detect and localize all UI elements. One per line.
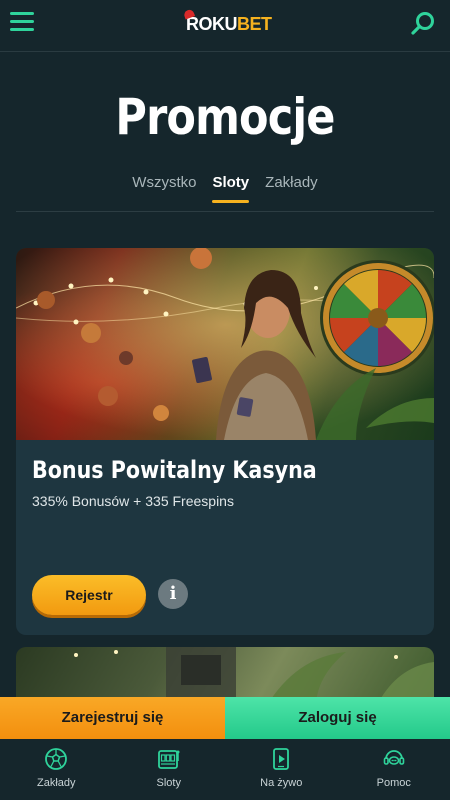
tab-wszystko[interactable]: Wszystko [132,174,196,205]
nav-label: Sloty [156,777,181,789]
soccer-ball-icon [45,748,68,770]
tab-zaklady[interactable]: Zakłady [265,174,318,205]
top-header: ROKUBET [0,0,450,52]
promo-title: Bonus Powitalny Kasyna [32,456,317,484]
promo-register-button[interactable]: Rejestr [32,575,146,615]
promo-tabs: Wszystko Sloty Zakłady [0,174,450,205]
nav-label: Zakłady [36,777,76,789]
register-button[interactable]: Zarejestruj się [0,697,225,739]
rokubet-logo[interactable]: ROKUBET [182,8,272,35]
promo-banner-image [16,248,434,440]
nav-item-sloty[interactable]: Sloty [113,739,226,800]
chat-support-icon [383,750,405,765]
info-icon[interactable]: i [158,579,188,609]
nav-item-na-zywo[interactable]: Na żywo [225,739,338,800]
promo-subtitle: 335% Bonusów + 335 Freespins [32,493,234,509]
bottom-nav: Zakłady Sloty Na żywo Pomoc [0,739,450,800]
logo-text-bet: BET [237,14,272,34]
auth-cta-bar: Zarejestruj się Zaloguj się [0,697,450,739]
logo-text-roku: ROKU [186,14,238,34]
live-play-icon [273,748,290,770]
login-button[interactable]: Zaloguj się [225,697,450,739]
nav-label: Pomoc [376,777,411,789]
page-title: Promocje [115,88,335,146]
hamburger-menu-icon[interactable] [10,12,34,36]
nav-item-pomoc[interactable]: Pomoc [338,739,450,800]
tabs-divider [16,211,434,212]
nav-label: Na żywo [260,777,303,789]
promo-card: Bonus Powitalny Kasyna 335% Bonusów + 33… [16,248,434,635]
slot-machine-icon [157,750,180,769]
search-icon[interactable] [410,11,436,37]
tab-sloty[interactable]: Sloty [212,174,249,205]
nav-item-zaklady[interactable]: Zakłady [0,739,113,800]
